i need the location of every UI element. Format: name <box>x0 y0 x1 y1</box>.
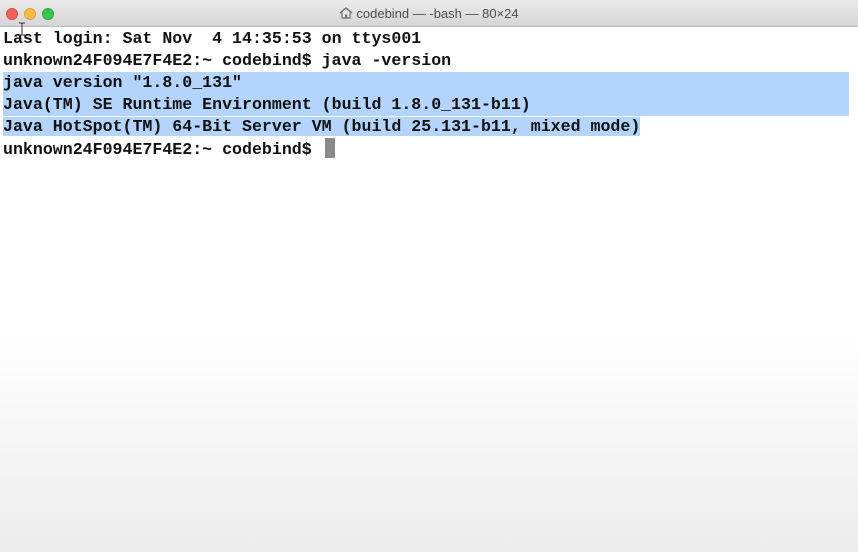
home-icon <box>339 7 353 19</box>
terminal-line-java-version-text: java version "1.8.0_131" <box>3 73 242 92</box>
terminal-output-area[interactable]: Last login: Sat Nov 4 14:35:53 on ttys00… <box>0 27 858 552</box>
terminal-line-runtime-env: Java(TM) SE Runtime Environment (build 1… <box>3 94 849 116</box>
terminal-line-command: unknown24F094E7F4E2:~ codebind$ java -ve… <box>3 51 452 70</box>
window-title: codebind — -bash — 80×24 <box>0 0 858 27</box>
terminal-lines: Last login: Sat Nov 4 14:35:53 on ttys00… <box>3 28 849 160</box>
title-bar[interactable]: codebind — -bash — 80×24 <box>0 0 858 27</box>
terminal-line-hotspot-vm: Java HotSpot(TM) 64-Bit Server VM (build… <box>3 116 849 138</box>
terminal-window: codebind — -bash — 80×24 Last login: Sat… <box>0 0 858 552</box>
terminal-line-java-version: java version "1.8.0_131" <box>3 72 849 94</box>
terminal-line-hotspot-vm-text: Java HotSpot(TM) 64-Bit Server VM (build… <box>3 117 641 136</box>
text-cursor <box>324 138 335 158</box>
window-title-text: codebind — -bash — 80×24 <box>356 6 519 21</box>
ibeam-cursor-icon <box>19 22 25 36</box>
terminal-line-login: Last login: Sat Nov 4 14:35:53 on ttys00… <box>3 29 422 48</box>
terminal-prompt-text: unknown24F094E7F4E2:~ codebind$ <box>3 140 322 159</box>
terminal-line-runtime-env-text: Java(TM) SE Runtime Environment (build 1… <box>3 95 531 114</box>
terminal-line-prompt[interactable]: unknown24F094E7F4E2:~ codebind$ <box>3 138 849 160</box>
